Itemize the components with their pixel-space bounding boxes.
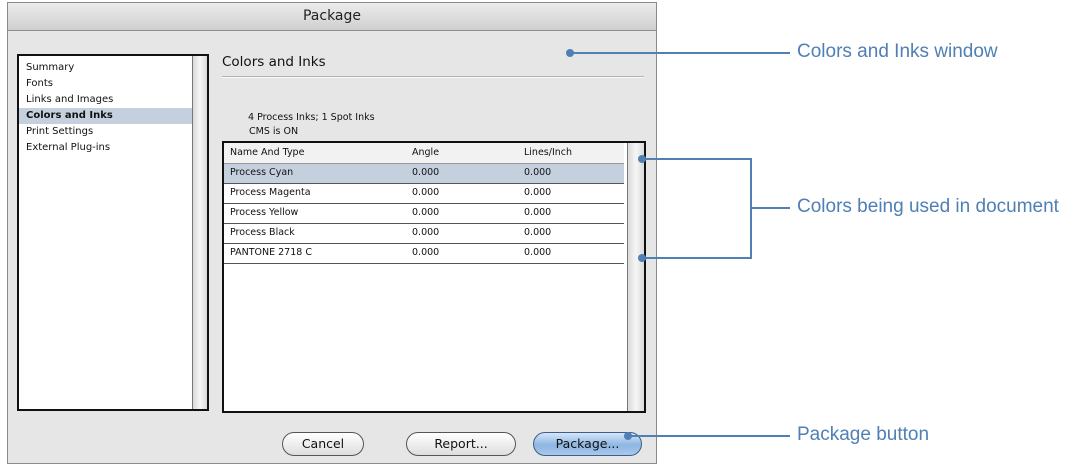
window-title: Package (8, 3, 656, 31)
ink-lines: 0.000 (524, 167, 552, 178)
table-row[interactable]: Process Black 0.000 0.000 (224, 224, 624, 244)
ink-name: Process Cyan (230, 167, 294, 178)
column-header-angle[interactable]: Angle (412, 147, 439, 158)
ink-summary: 4 Process Inks; 1 Spot Inks CMS is ON (248, 111, 375, 139)
table-row[interactable]: Process Yellow 0.000 0.000 (224, 204, 624, 224)
table-row[interactable]: PANTONE 2718 C 0.000 0.000 (224, 244, 624, 264)
ink-angle: 0.000 (412, 227, 440, 238)
column-header-lines[interactable]: Lines/Inch (524, 147, 572, 158)
ink-lines: 0.000 (524, 227, 552, 238)
callout-line-colors-used (750, 207, 790, 209)
callout-label-package-button: Package button (797, 424, 930, 445)
callout-line-table-bottom (642, 257, 752, 259)
sidebar: Summary Fonts Links and Images Colors an… (17, 54, 209, 411)
ink-name: Process Yellow (230, 207, 299, 218)
callout-line-package-button (628, 435, 790, 437)
section-title: Colors and Inks (222, 54, 326, 70)
table-header: Name And Type Angle Lines/Inch (224, 143, 624, 164)
ink-angle: 0.000 (412, 247, 440, 258)
sidebar-item-external-plugins[interactable]: External Plug-ins (19, 140, 193, 156)
ink-angle: 0.000 (412, 167, 440, 178)
table-body: Process Cyan 0.000 0.000 Process Magenta… (224, 164, 624, 264)
report-button[interactable]: Report... (406, 432, 516, 456)
package-dialog: Package Summary Fonts Links and Images C… (7, 2, 657, 464)
ink-angle: 0.000 (412, 187, 440, 198)
ink-name: Process Black (230, 227, 295, 238)
sidebar-list: Summary Fonts Links and Images Colors an… (19, 56, 193, 409)
ink-count-text: 4 Process Inks; 1 Spot Inks (248, 112, 375, 123)
ink-name: PANTONE 2718 C (230, 247, 312, 258)
callout-line-table-top (642, 158, 752, 160)
sidebar-item-links-and-images[interactable]: Links and Images (19, 92, 193, 108)
inks-table: Name And Type Angle Lines/Inch Process C… (222, 141, 646, 413)
ink-angle: 0.000 (412, 207, 440, 218)
table-row[interactable]: Process Cyan 0.000 0.000 (224, 164, 624, 184)
section-divider (222, 76, 644, 78)
ink-name: Process Magenta (230, 187, 311, 198)
table-row[interactable]: Process Magenta 0.000 0.000 (224, 184, 624, 204)
sidebar-item-print-settings[interactable]: Print Settings (19, 124, 193, 140)
cms-status-text: CMS is ON (249, 126, 299, 137)
sidebar-item-fonts[interactable]: Fonts (19, 76, 193, 92)
sidebar-scrollbar[interactable] (192, 56, 207, 409)
ink-lines: 0.000 (524, 247, 552, 258)
table-scrollbar[interactable] (627, 143, 644, 411)
sidebar-item-colors-and-inks[interactable]: Colors and Inks (19, 108, 193, 124)
ink-lines: 0.000 (524, 207, 552, 218)
callout-label-colors-window: Colors and Inks window (797, 41, 998, 62)
ink-lines: 0.000 (524, 187, 552, 198)
callout-label-colors-used: Colors being used in document (797, 196, 1059, 217)
column-header-name[interactable]: Name And Type (230, 147, 304, 158)
sidebar-item-summary[interactable]: Summary (19, 60, 193, 76)
cancel-button[interactable]: Cancel (282, 432, 364, 456)
callout-line-colors-window (570, 52, 790, 54)
